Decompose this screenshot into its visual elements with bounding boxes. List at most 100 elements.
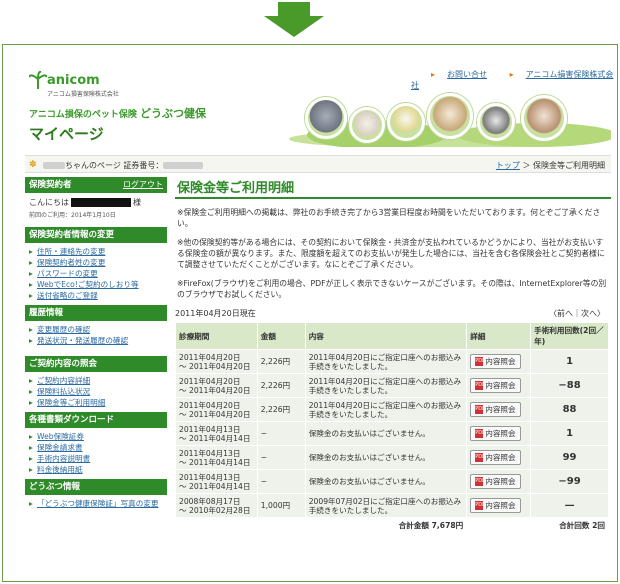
period-end: ～ 2011年04月20日: [179, 361, 251, 371]
page-content: anicom アニコム損害保険株式会社 アニコム損保のペット保険 どうぶつ健保 …: [25, 67, 615, 579]
sidebar-item-address[interactable]: 住所・連絡先の変更: [29, 246, 163, 257]
detail-button[interactable]: PDF内容照会: [470, 353, 521, 370]
sidebar-list-history: 変更履歴の確認 発送状況・発送履歴の確認: [25, 321, 167, 350]
contact-link[interactable]: ▸ お問い合せ: [421, 70, 487, 79]
sidebar-item-payment-slip[interactable]: 料金後納用紙: [29, 464, 163, 475]
sidebar-item-eco-cont[interactable]: 送付省略のご登録: [29, 290, 163, 301]
table-row: 2011年04月13日～ 2011年04月14日 − 保険金のお支払いはございません…: [175, 469, 609, 494]
period-cell: 2008年08月17日～ 2010年02月28日: [175, 493, 258, 518]
period-cell: 2011年04月13日～ 2011年04月14日: [175, 421, 258, 446]
tagline-brand: どうぶつ健保: [139, 107, 206, 120]
pager[interactable]: 〈前へ｜次へ〉: [549, 308, 605, 319]
period-start: 2011年04月20日: [179, 352, 241, 362]
sidebar-item-web-certificate[interactable]: Web保険証券: [29, 431, 163, 442]
note-other-insurance: ※他の保険契約等がある場合には、その契約において保険金・共済金が支払われているか…: [177, 238, 605, 269]
sidebar-item-password[interactable]: パスワードの変更: [29, 268, 163, 279]
tagline: アニコム損保のペット保険 どうぶつ健保: [29, 105, 206, 121]
detail-button[interactable]: PDF内容照会: [470, 497, 521, 514]
total-row: 合計金額 7,678円 合計回数 2回: [174, 517, 609, 534]
content-cell: 保険金のお支払いはございません。: [304, 421, 468, 446]
page-heading: マイページ: [29, 125, 104, 143]
breadcrumb-separator: ＞: [522, 161, 531, 170]
amount-cell: 1,000円: [256, 493, 306, 518]
sidebar-item-photo-change[interactable]: 「どうぶつ健康保険証」写真の変更: [29, 498, 163, 509]
detail-button-label[interactable]: 内容照会: [485, 405, 515, 414]
detail-button[interactable]: PDF内容照会: [470, 377, 521, 394]
period-start: 2008年08月17日: [179, 496, 241, 506]
logo-subtitle: アニコム損害保険株式会社: [47, 91, 119, 98]
logout-link[interactable]: ログアウト: [123, 177, 163, 193]
table-header-row: 診療期間 金額 内容 詳細 手術利用回数(2回／年): [175, 322, 609, 350]
table-row: 2011年04月13日～ 2011年04月14日 − 保険金のお支払いはございません…: [175, 445, 609, 470]
sidebar-head-animal: どうぶつ情報: [25, 479, 167, 495]
sidebar-item-change-history[interactable]: 変更履歴の確認: [29, 324, 163, 335]
amount-cell: 2,226円: [256, 349, 306, 374]
surgery-count-cell: —: [530, 493, 609, 518]
period-cell: 2011年04月20日～ 2011年04月20日: [175, 397, 258, 422]
sidebar-list-animal: 「どうぶつ健康保険証」写真の変更: [25, 495, 167, 513]
detail-cell: PDF内容照会: [466, 349, 532, 374]
cat-photo: [305, 97, 347, 139]
sidebar-item-eco[interactable]: WebでEco!ご契約のしおり等: [29, 279, 163, 290]
detail-button-label[interactable]: 内容照会: [485, 477, 515, 486]
breadcrumb-current: 保険金等ご利用明細: [533, 161, 605, 170]
detail-cell: PDF内容照会: [466, 469, 532, 494]
amount-cell: −: [256, 445, 306, 470]
page-title: 保険金等ご利用明細: [175, 177, 611, 199]
amount-cell: −: [256, 469, 306, 494]
surgery-count-cell: 1: [530, 421, 609, 446]
total-count-value: 2回: [592, 521, 605, 530]
note-firefox: ※FireFox(ブラウザ)をご利用の場合、PDFが正しく表示できないケースがご…: [177, 279, 607, 299]
shih-tzu-photo: [521, 95, 567, 141]
detail-cell: PDF内容照会: [466, 421, 532, 446]
greeting-suffix: 様: [133, 198, 141, 207]
paw-icon: ✽: [29, 160, 37, 170]
sidebar-item-claims-statement[interactable]: 保険金等ご利用明細: [29, 397, 163, 408]
sidebar-head-contract: ご契約内容の照会: [25, 356, 167, 372]
table-row: 2011年04月20日～ 2011年04月20日 2,226円 2011年04月20…: [175, 349, 609, 374]
sidebar-item-shipping[interactable]: 発送状況・発送履歴の確認: [29, 335, 163, 346]
sidebar-list-downloads: Web保険証券 保険金請求書 手術内容説明書 料金後納用紙: [25, 428, 167, 479]
surgery-count-cell: −88: [530, 373, 609, 398]
detail-button-label[interactable]: 内容照会: [485, 357, 515, 366]
amount-cell: 2,226円: [256, 397, 306, 422]
period-cell: 2011年04月13日～ 2011年04月14日: [175, 469, 258, 494]
sidebar-head-policyholder: 保険契約者 ログアウト: [25, 177, 167, 193]
pdf-icon: PDF: [475, 477, 485, 487]
sidebar-item-premium-status[interactable]: 保険料払込状況: [29, 386, 163, 397]
detail-button-label[interactable]: 内容照会: [485, 453, 515, 462]
date-row: 2011年04月20日現在 〈前へ｜次へ〉: [175, 308, 611, 322]
detail-button-label[interactable]: 内容照会: [485, 429, 515, 438]
pet-name-area: ちゃんのページ 証券番号：: [43, 160, 204, 171]
note-processing: ※保険金ご利用明細への掲載は、弊社のお手続き完了から3営業日程度お時間をいただい…: [177, 208, 601, 228]
pdf-icon: PDF: [475, 429, 485, 439]
pdf-icon: PDF: [475, 381, 485, 391]
detail-button[interactable]: PDF内容照会: [470, 401, 521, 418]
pdf-icon: PDF: [475, 453, 485, 463]
breadcrumb: トップ ＞ 保険金等ご利用明細: [496, 160, 605, 171]
surgery-count-cell: 1: [530, 349, 609, 374]
sidebar-item-contract-details[interactable]: ご契約内容詳細: [29, 375, 163, 386]
detail-button-label[interactable]: 内容照会: [485, 501, 515, 510]
contact-link-label[interactable]: お問い合せ: [447, 70, 487, 79]
sidebar-item-surname[interactable]: 保険契約者姓の変更: [29, 257, 163, 268]
sidebar-item-claim-form[interactable]: 保険金請求書: [29, 442, 163, 453]
breadcrumb-top-link[interactable]: トップ: [496, 161, 520, 170]
detail-button[interactable]: PDF内容照会: [470, 449, 521, 466]
surgery-count-cell: 88: [530, 397, 609, 422]
period-start: 2011年04月20日: [179, 400, 241, 410]
sidebar-head-change: 保険契約者情報の変更: [25, 227, 167, 243]
content-cell: 保険金のお支払いはございません。: [304, 469, 468, 494]
period-cell: 2011年04月20日～ 2011年04月20日: [175, 373, 258, 398]
anicom-logo-icon: [29, 71, 47, 89]
detail-button[interactable]: PDF内容照会: [470, 425, 521, 442]
greeting-label: こんにちは: [29, 198, 69, 207]
detail-button[interactable]: PDF内容照会: [470, 473, 521, 490]
pdf-icon: PDF: [475, 357, 485, 367]
detail-button-label[interactable]: 内容照会: [485, 381, 515, 390]
sidebar-item-surgery-form[interactable]: 手術内容説明書: [29, 453, 163, 464]
table-row: 2011年04月13日～ 2011年04月14日 − 保険金のお支払いはございません…: [175, 421, 609, 446]
cert-number-redacted: [163, 162, 204, 169]
detail-cell: PDF内容照会: [466, 445, 532, 470]
sidebar-list-change: 住所・連絡先の変更 保険契約者姓の変更 パスワードの変更 WebでEco!ご契約…: [25, 243, 167, 305]
